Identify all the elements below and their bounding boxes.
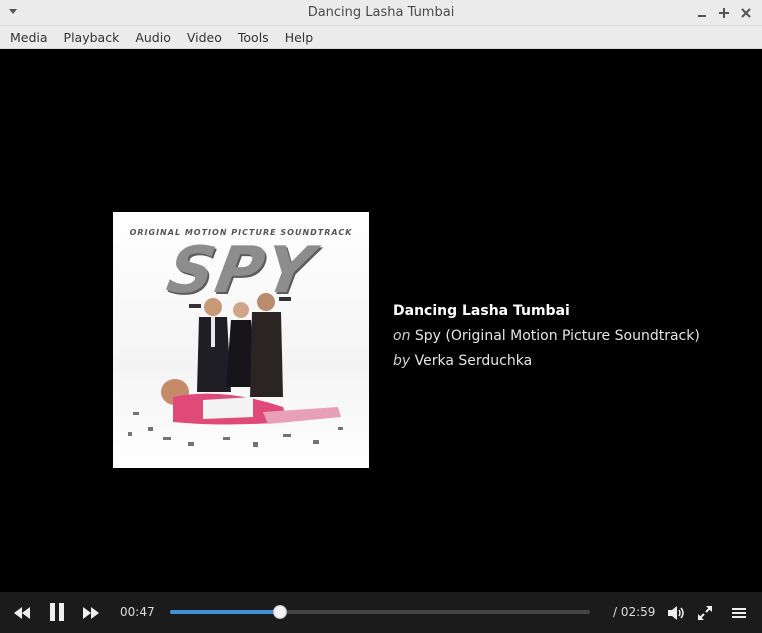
elapsed-time: 00:47: [120, 605, 155, 619]
total-time: / 02:59: [613, 605, 656, 619]
window-controls: [694, 2, 754, 24]
artist-name: Verka Serduchka: [414, 353, 533, 369]
controls-bar: 00:47 / 02:59: [0, 592, 762, 633]
menu-media[interactable]: Media: [2, 26, 56, 49]
skip-forward-icon[interactable]: [81, 603, 101, 623]
volume-icon[interactable]: [667, 603, 687, 623]
menu-video[interactable]: Video: [179, 26, 230, 49]
album-name: Spy (Original Motion Picture Soundtrack): [414, 328, 700, 344]
pause-icon[interactable]: [46, 601, 68, 623]
artist-prefix: by: [393, 353, 411, 369]
close-icon[interactable]: [738, 2, 754, 24]
window-title: Dancing Lasha Tumbai: [307, 5, 455, 20]
maximize-icon[interactable]: [716, 2, 732, 24]
menu-tools[interactable]: Tools: [230, 26, 277, 49]
menu-help[interactable]: Help: [277, 26, 322, 49]
album-prefix: on: [393, 328, 411, 344]
track-info: Dancing Lasha Tumbai on Spy (Original Mo…: [393, 303, 700, 378]
seek-slider[interactable]: [170, 605, 590, 619]
track-title: Dancing Lasha Tumbai: [393, 303, 570, 319]
chevron-down-icon[interactable]: [9, 9, 17, 14]
cover-figures: [128, 293, 343, 447]
menu-bar: Media Playback Audio Video Tools Help: [0, 26, 762, 49]
track-album-line: on Spy (Original Motion Picture Soundtra…: [393, 328, 700, 344]
seek-handle[interactable]: [273, 605, 288, 619]
menu-playback[interactable]: Playback: [56, 26, 128, 49]
fullscreen-icon[interactable]: [695, 603, 715, 623]
title-bar: Dancing Lasha Tumbai: [0, 0, 762, 26]
seek-progress: [170, 610, 281, 614]
skip-back-icon[interactable]: [12, 603, 32, 623]
video-area[interactable]: ORIGINAL MOTION PICTURE SOUNDTRACK SPY D…: [0, 49, 762, 592]
minimize-icon[interactable]: [694, 2, 710, 24]
track-artist-line: by Verka Serduchka: [393, 353, 700, 369]
menu-audio[interactable]: Audio: [127, 26, 179, 49]
playlist-icon[interactable]: [729, 603, 749, 623]
album-cover: ORIGINAL MOTION PICTURE SOUNDTRACK SPY: [113, 212, 369, 468]
